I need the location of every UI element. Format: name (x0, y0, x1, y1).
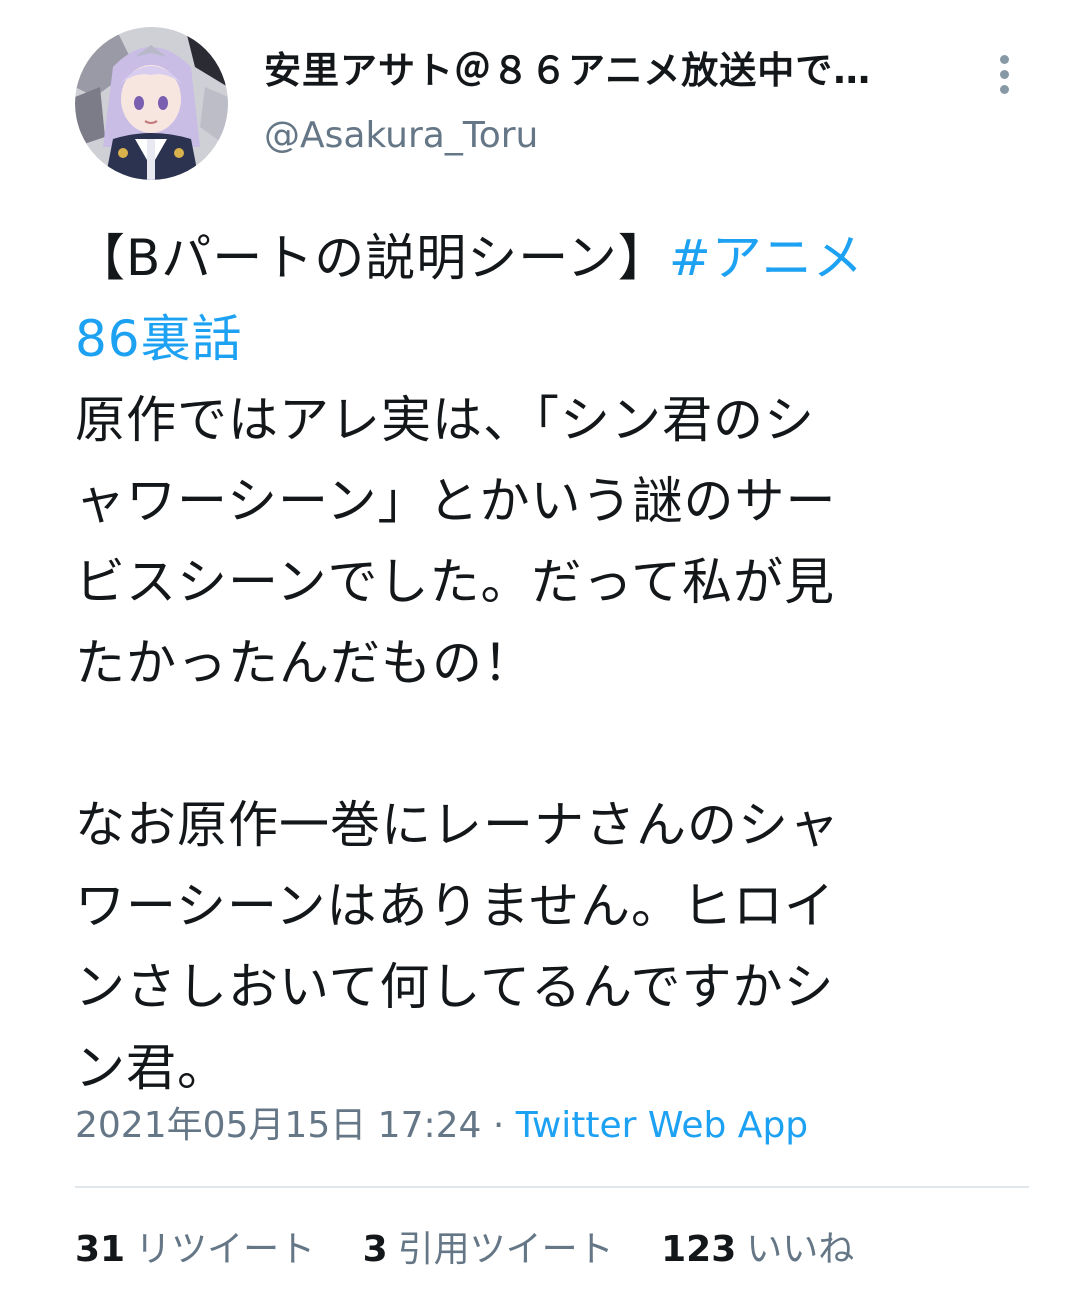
tweet-line: ン君。 (75, 1039, 228, 1097)
tweet-line: 原作ではアレ実は、「シン君のシ (75, 391, 815, 449)
likes-count: 123 (661, 1229, 737, 1270)
user-block: 安里アサト＠８６アニメ放送中で… @Asakura_Toru (264, 43, 964, 161)
retweets-count: 31 (75, 1229, 126, 1270)
retweets-stat[interactable]: 31 リツイート (75, 1229, 315, 1270)
tweet-header: 安里アサト＠８６アニメ放送中で… @Asakura_Toru (75, 27, 1035, 187)
tweet-line: たかったんだもの！ (75, 634, 534, 692)
tweet-line-2: 86裏話 (75, 299, 1025, 380)
anime-girl-avatar-icon (75, 27, 228, 180)
hashtag-link-continued[interactable]: 86裏話 (75, 310, 243, 368)
quotes-count: 3 (362, 1229, 388, 1270)
tweet-line: ンさしおいて何してるんですかシ (75, 958, 835, 1016)
tweet-line: ャワーシーン」とかいう謎のサー (75, 472, 837, 530)
tweet-line: なお原作一巻にレーナさんのシャ (75, 796, 840, 854)
display-name[interactable]: 安里アサト＠８６アニメ放送中で… (264, 43, 964, 99)
tweet-text: 【Bパートの説明シーン】#アニメ 86裏話 原作ではアレ実は、「シン君のシ ャワ… (75, 218, 1025, 1109)
source-link[interactable]: Twitter Web App (516, 1105, 808, 1146)
tweet-line: ワーシーンはありません。ヒロイ (75, 877, 835, 935)
meta-separator: · (481, 1105, 516, 1146)
tweet-line: ビスシーンでした。だって私が見 (75, 553, 835, 611)
vertical-ellipsis-icon[interactable] (992, 55, 1016, 101)
tweet-text-segment: 【Bパートの説明シーン】 (75, 229, 669, 287)
avatar[interactable] (75, 27, 228, 180)
retweets-label: リツイート (135, 1229, 316, 1270)
divider (75, 1186, 1029, 1188)
likes-label: いいね (746, 1229, 855, 1270)
likes-stat[interactable]: 123 いいね (661, 1229, 854, 1270)
timestamp[interactable]: 2021年05月15日 17:24 (75, 1105, 481, 1146)
quotes-label: 引用ツイート (397, 1229, 614, 1270)
quotes-stat[interactable]: 3 引用ツイート (363, 1229, 614, 1270)
paragraph-break (75, 704, 1025, 785)
tweet-line-1: 【Bパートの説明シーン】#アニメ (75, 218, 1025, 299)
hashtag-link[interactable]: #アニメ (669, 229, 864, 287)
user-handle[interactable]: @Asakura_Toru (264, 111, 964, 161)
tweet-meta: 2021年05月15日 17:24 · Twitter Web App (75, 1098, 808, 1154)
tweet-stats: 31 リツイート 3 引用ツイート 123 いいね (75, 1222, 890, 1278)
